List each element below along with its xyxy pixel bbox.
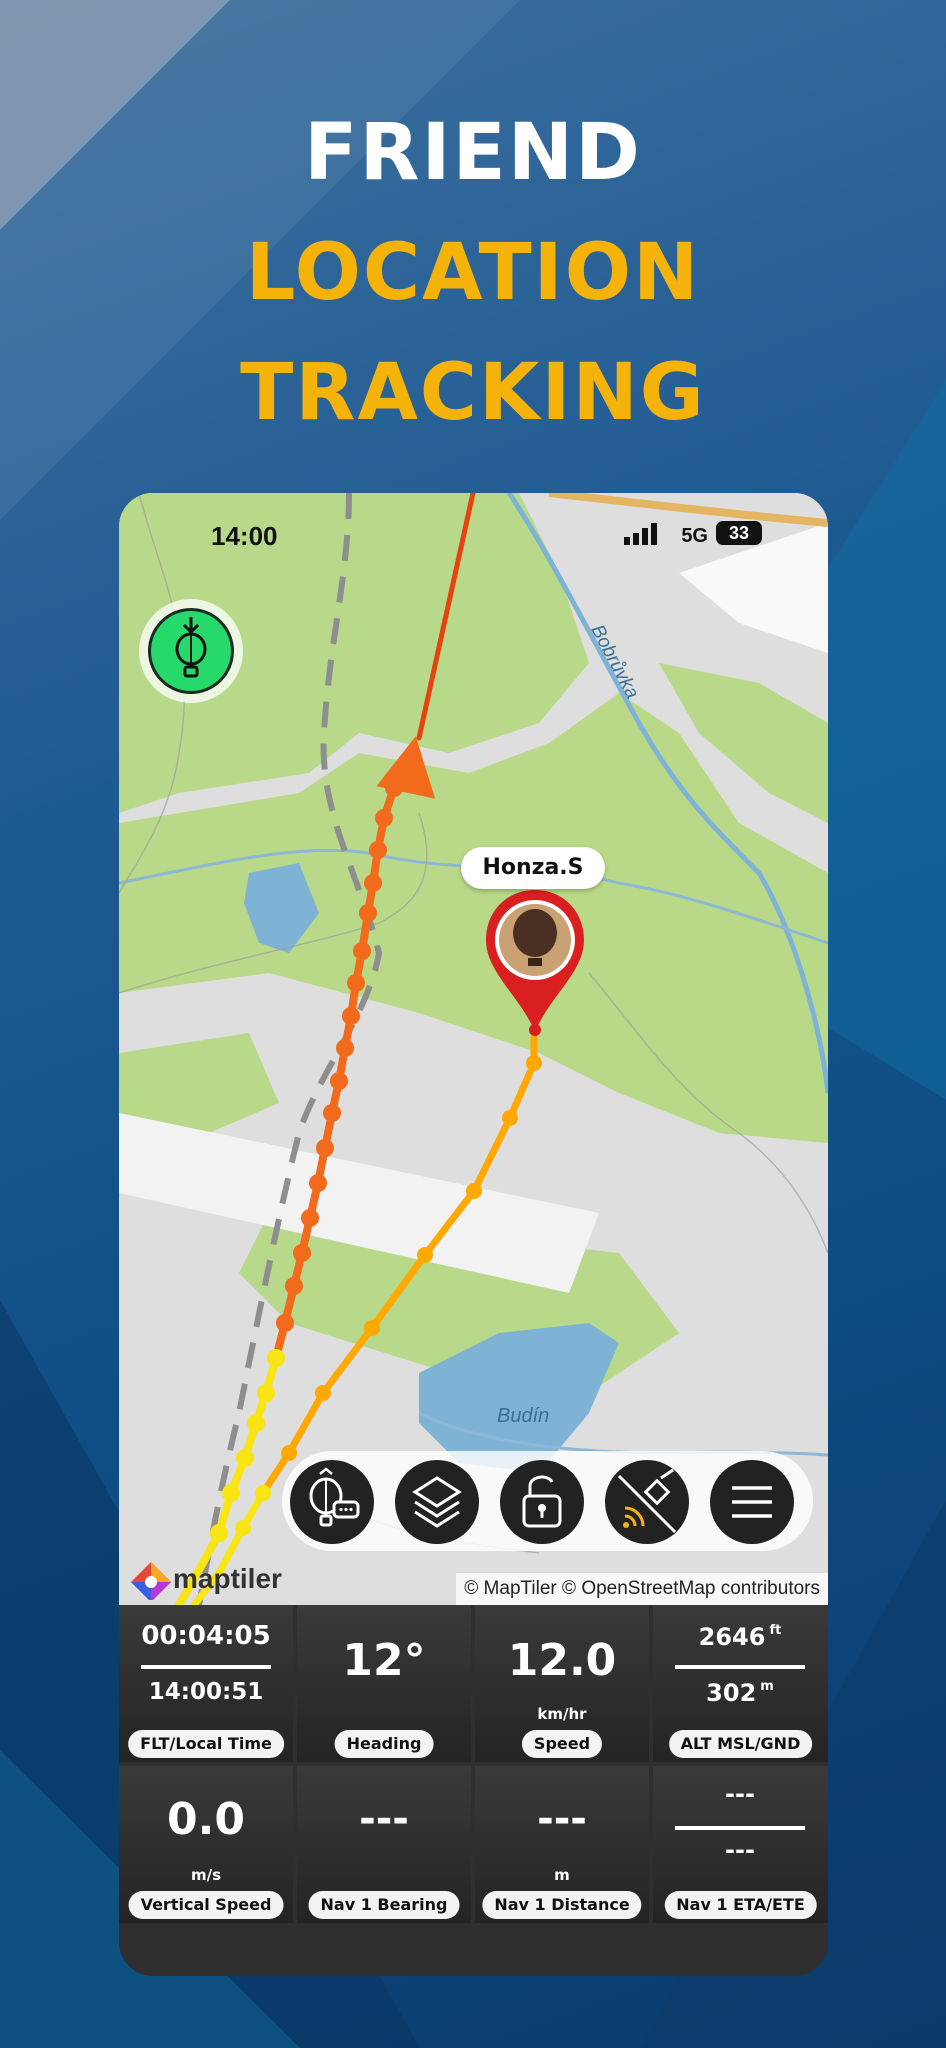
alt-msl-unit: ft <box>769 1623 782 1638</box>
nav-bearing-value: --- <box>359 1796 409 1842</box>
nav-ete-value: --- <box>725 1836 755 1864</box>
alt-msl-value: 2646 ft <box>653 1623 827 1651</box>
own-track-point <box>309 1174 327 1192</box>
friend-track-point <box>466 1183 482 1199</box>
speed-label: Speed <box>521 1730 603 1758</box>
flight-time-value: 00:04:05 <box>141 1621 271 1651</box>
nav-bearing-cell[interactable]: --- Nav 1 Bearing <box>297 1766 471 1923</box>
vertical-speed-cell[interactable]: 0.0 m/s Vertical Speed <box>119 1766 293 1923</box>
own-track-point <box>236 1449 254 1467</box>
own-track-point <box>285 1277 303 1295</box>
heading-label: Heading <box>334 1730 434 1758</box>
nav-eta-value: --- <box>725 1780 755 1808</box>
friend-track-point <box>526 1055 542 1071</box>
friend-location-pin[interactable] <box>480 886 590 1036</box>
flight-time-cell[interactable]: 00:04:05 14:00:51 FLT/Local Time <box>119 1605 293 1762</box>
phone-screen: Bobrůvka Budín Honza.S 14:00 5G 33 mapti… <box>119 493 828 1976</box>
menu-icon <box>732 1486 772 1518</box>
divider <box>675 1826 805 1830</box>
network-type: 5G <box>681 525 708 547</box>
own-track-point <box>301 1209 319 1227</box>
friend-track-point <box>235 1520 251 1536</box>
own-track-point <box>369 841 387 859</box>
friend-track-point <box>281 1445 297 1461</box>
balloon-download-icon <box>148 608 234 694</box>
own-track-point <box>336 1039 354 1057</box>
own-track-point <box>342 1007 360 1025</box>
nav-bearing-label: Nav 1 Bearing <box>308 1891 460 1919</box>
heading-cell[interactable]: 12° Heading <box>297 1605 471 1762</box>
layers-icon <box>412 1476 462 1528</box>
balloon-chat-icon <box>309 1467 360 1527</box>
friend-track <box>259 1034 538 1497</box>
speed-value: 12.0 <box>507 1635 617 1686</box>
headline-line-3: TRACKING <box>240 348 706 438</box>
maptiler-logo-text: maptiler <box>173 1563 282 1594</box>
signal-strength-icon <box>624 523 657 545</box>
own-track-point <box>316 1139 334 1157</box>
nav-distance-label: Nav 1 Distance <box>482 1891 642 1919</box>
nav-eta-label: Nav 1 ETA/ETE <box>664 1891 817 1919</box>
own-track-point <box>364 874 382 892</box>
own-track-point <box>210 1524 228 1542</box>
nav-distance-unit: m <box>554 1866 570 1884</box>
own-track-point <box>247 1414 265 1432</box>
headline-line-1: FRIEND <box>304 108 642 198</box>
divider <box>141 1665 271 1669</box>
headline-line-2: LOCATION <box>245 228 701 318</box>
alt-gnd-number: 302 <box>706 1679 757 1707</box>
altitude-cell[interactable]: 2646 ft 302 m ALT MSL/GND <box>653 1605 828 1762</box>
own-position-arrow <box>376 736 436 799</box>
satellite-tracking-button[interactable] <box>605 1460 689 1544</box>
friend-track-point <box>315 1385 331 1401</box>
vertical-speed-unit: m/s <box>190 1866 222 1884</box>
flt-local-time-label: FLT/Local Time <box>128 1730 284 1758</box>
own-track-point <box>222 1484 240 1502</box>
local-time-value: 14:00:51 <box>148 1679 264 1705</box>
main-menu-button[interactable] <box>710 1460 794 1544</box>
speed-unit: km/hr <box>537 1705 587 1723</box>
speed-cell[interactable]: 12.0 km/hr Speed <box>475 1605 649 1762</box>
satellite-icon <box>617 1468 677 1534</box>
map-view[interactable]: Bobrůvka Budín Honza.S 14:00 5G 33 mapti… <box>119 493 828 1605</box>
status-time: 14:00 <box>211 521 278 551</box>
map-lock-button[interactable] <box>500 1460 584 1544</box>
nav-distance-cell[interactable]: --- m Nav 1 Distance <box>475 1766 649 1923</box>
friend-track-point <box>255 1485 271 1501</box>
own-track-point <box>267 1349 285 1367</box>
vertical-speed-label: Vertical Speed <box>128 1891 284 1919</box>
altitude-label: ALT MSL/GND <box>668 1730 813 1758</box>
alt-gnd-value: 302 m <box>653 1679 827 1707</box>
own-track-point <box>293 1244 311 1262</box>
map-attribution[interactable]: © MapTiler © OpenStreetMap contributors <box>456 1573 828 1605</box>
unlock-icon <box>522 1475 562 1528</box>
friend-track-point <box>502 1110 518 1126</box>
battery-indicator: 33 <box>716 521 762 545</box>
balloon-mode-button[interactable] <box>139 599 243 703</box>
heading-value: 12° <box>342 1635 426 1686</box>
map-toolbar <box>282 1451 813 1551</box>
alt-gnd-unit: m <box>760 1679 774 1694</box>
own-track-point <box>359 904 377 922</box>
friend-track-point <box>364 1320 380 1336</box>
divider <box>675 1665 805 1669</box>
instrument-panel: 00:04:05 14:00:51 FLT/Local Time 12° Hea… <box>119 1605 828 1976</box>
nav-eta-cell[interactable]: --- --- Nav 1 ETA/ETE <box>653 1766 828 1923</box>
maptiler-logo-icon <box>131 1562 171 1600</box>
balloon-chat-button[interactable] <box>290 1460 374 1544</box>
own-track-point <box>323 1104 341 1122</box>
own-track-point <box>353 942 371 960</box>
vertical-speed-value: 0.0 <box>167 1794 245 1845</box>
friend-name-label[interactable]: Honza.S <box>461 847 605 889</box>
friend-track-point <box>417 1247 433 1263</box>
status-bar: 14:00 5G 33 <box>119 521 828 551</box>
own-track-point <box>257 1384 275 1402</box>
map-layers-button[interactable] <box>395 1460 479 1544</box>
own-track-point <box>375 809 393 827</box>
nav-distance-value: --- <box>537 1796 587 1842</box>
alt-msl-number: 2646 <box>698 1623 766 1651</box>
own-track-point <box>330 1072 348 1090</box>
own-track-point <box>276 1314 294 1332</box>
own-track-point <box>347 974 365 992</box>
